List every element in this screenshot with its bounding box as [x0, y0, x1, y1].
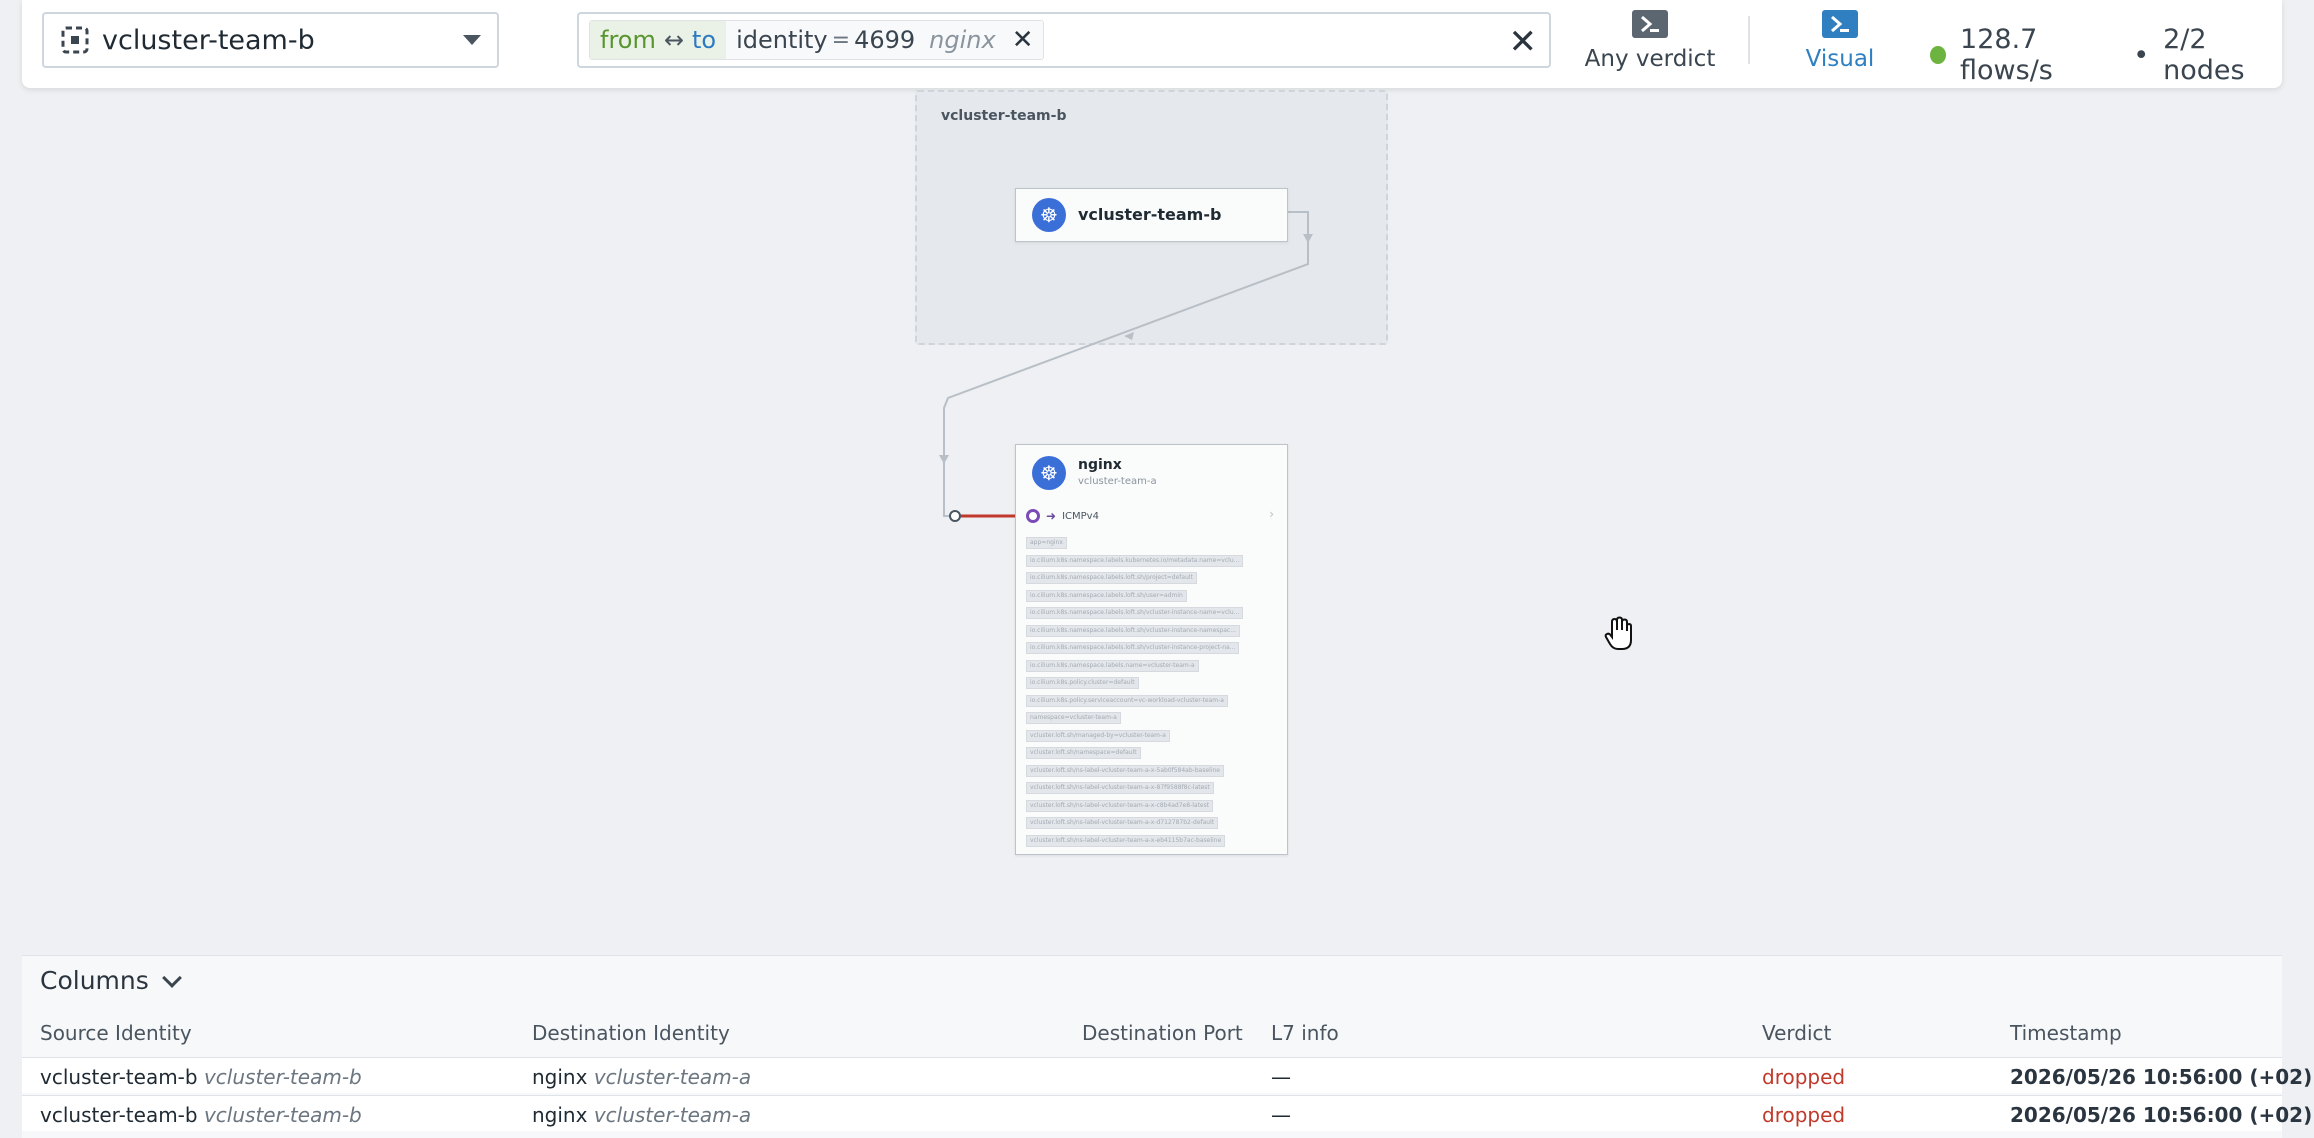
top-toolbar: vcluster-team-b from ↔ to identity = 469…: [22, 0, 2282, 88]
filter-to-label: to: [691, 26, 717, 54]
hand-cursor-icon: [1604, 616, 1632, 650]
service-card-namespace: vcluster-team-a: [1078, 476, 1157, 487]
table-row[interactable]: vcluster-team-b vcluster-team-b nginx vc…: [22, 1057, 2312, 1093]
service-label: io.cilium.k8s.namespace.labels.kubernete…: [1026, 554, 1244, 567]
service-label: vcluster.loft.sh/ns-label-vcluster-team-…: [1026, 834, 1226, 847]
service-label: io.cilium.k8s.policy.serviceaccount=vc-w…: [1026, 694, 1228, 707]
service-port-row[interactable]: ➜ ICMPv4 ›: [1026, 507, 1276, 525]
arrow-right-icon: ➜: [1046, 509, 1057, 523]
column-header-destination-port[interactable]: Destination Port: [1082, 1021, 1243, 1045]
port-connector-icon: [1026, 509, 1040, 523]
service-card-title: nginx: [1078, 457, 1122, 473]
namespace-selector-label: vcluster-team-b: [102, 24, 315, 56]
service-label: io.cilium.k8s.namespace.labels.loft.sh/p…: [1026, 572, 1197, 584]
service-label: io.cilium.k8s.policy.cluster=default: [1026, 677, 1139, 689]
service-map-canvas[interactable]: vcluster-team-b ☸ vcluster-team-b ☸ ngin…: [0, 88, 2314, 948]
bidirectional-arrow-icon: ↔: [663, 26, 684, 54]
service-label: namespace=vcluster-team-a: [1026, 712, 1121, 724]
service-label: vcluster.loft.sh/ns-label-vcluster-team-…: [1026, 782, 1214, 794]
kubernetes-icon: ☸: [1032, 456, 1066, 490]
timestamp-cell: 2026/05/26 10:56:00 (+02): [2010, 1065, 2313, 1089]
l7-info-cell: —: [1271, 1065, 1291, 1089]
service-labels-list: app=nginx io.cilium.k8s.namespace.labels…: [1026, 537, 1281, 852]
table-row[interactable]: vcluster-team-b vcluster-team-b nginx vc…: [22, 1095, 2312, 1131]
kubernetes-icon: ☸: [1032, 198, 1066, 232]
column-header-l7-info[interactable]: L7 info: [1271, 1021, 1339, 1045]
destination-name: nginx: [532, 1065, 588, 1089]
filter-from-label: from: [600, 26, 656, 54]
edge-endpoint-icon: [949, 510, 961, 522]
verdict-cell: dropped: [1762, 1103, 1846, 1127]
service-label: vcluster.loft.sh/ns-label-vcluster-team-…: [1026, 799, 1214, 812]
chevron-down-icon: [161, 967, 182, 988]
service-label: app=nginx: [1026, 537, 1067, 549]
flows-table-panel: Columns Source Identity Destination Iden…: [22, 955, 2312, 1138]
source-identity-cell: vcluster-team-b vcluster-team-b: [40, 1103, 362, 1127]
edge-arrow-icon: [1303, 234, 1313, 243]
destination-name: nginx: [532, 1103, 588, 1127]
service-card-vcluster-team-b[interactable]: ☸ vcluster-team-b: [1015, 188, 1288, 242]
terminal-icon: [1632, 10, 1668, 38]
node-count: 2/2 nodes: [2163, 24, 2245, 86]
visual-toggle-button[interactable]: Visual: [1770, 10, 1910, 76]
source-namespace: vcluster-team-b: [203, 1103, 362, 1127]
filter-expression: identity = 4699 nginx ✕: [726, 25, 1043, 55]
filter-operator: =: [831, 27, 851, 53]
l7-info-cell: —: [1271, 1103, 1291, 1127]
namespace-icon: [61, 26, 89, 54]
clear-filters-button[interactable]: ✕: [1509, 22, 1538, 62]
port-protocol-label: ICMPv4: [1062, 510, 1099, 522]
destination-namespace: vcluster-team-a: [593, 1065, 752, 1089]
terminal-icon: [1822, 10, 1858, 38]
service-label: io.cilium.k8s.namespace.labels.loft.sh/v…: [1026, 642, 1240, 654]
verdict-filter-button[interactable]: Any verdict: [1562, 10, 1738, 76]
source-identity-cell: vcluster-team-b vcluster-team-b: [40, 1065, 362, 1089]
destination-namespace: vcluster-team-a: [593, 1103, 752, 1127]
column-header-timestamp[interactable]: Timestamp: [2010, 1021, 2122, 1045]
service-label: io.cilium.k8s.namespace.labels.loft.sh/u…: [1026, 589, 1187, 602]
filter-value: 4699: [854, 26, 916, 54]
service-label: vcluster.loft.sh/ns-label-vcluster-team-…: [1026, 817, 1219, 829]
edge-arrow-icon: [1124, 332, 1134, 340]
columns-toggle-button[interactable]: Columns: [40, 966, 182, 995]
status-dot-icon: [1930, 46, 1947, 64]
chevron-right-icon: ›: [1269, 507, 1274, 521]
filter-hint: nginx: [929, 26, 996, 54]
visual-toggle-label: Visual: [1805, 46, 1875, 72]
timestamp-cell: 2026/05/26 10:56:00 (+02): [2010, 1103, 2313, 1127]
service-label: vcluster.loft.sh/ns-label-vcluster-team-…: [1026, 764, 1224, 777]
service-label: vcluster.loft.sh/managed-by=vcluster-tea…: [1026, 729, 1170, 742]
service-card-title: vcluster-team-b: [1078, 205, 1222, 224]
source-name: vcluster-team-b: [40, 1103, 198, 1127]
service-label: vcluster.loft.sh/namespace=default: [1026, 747, 1141, 759]
service-label: io.cilium.k8s.namespace.labels.loft.sh/v…: [1026, 607, 1244, 619]
toolbar-divider: [1748, 16, 1750, 64]
edge-arrow-icon: [939, 455, 949, 464]
destination-identity-cell: nginx vcluster-team-a: [532, 1065, 751, 1089]
source-namespace: vcluster-team-b: [203, 1065, 362, 1089]
service-card-nginx[interactable]: ☸ nginx vcluster-team-a ➜ ICMPv4 › app=n…: [1015, 444, 1288, 855]
filter-direction-toggle[interactable]: from ↔ to: [590, 21, 727, 59]
source-name: vcluster-team-b: [40, 1065, 198, 1089]
service-label: io.cilium.k8s.namespace.labels.name=vclu…: [1026, 659, 1199, 672]
verdict-filter-label: Any verdict: [1584, 46, 1716, 72]
filter-input[interactable]: from ↔ to identity = 4699 nginx ✕ ✕: [577, 12, 1551, 68]
column-header-destination[interactable]: Destination Identity: [532, 1021, 730, 1045]
status-separator: •: [2133, 39, 2150, 71]
column-header-source[interactable]: Source Identity: [40, 1021, 192, 1045]
remove-filter-button[interactable]: ✕: [1012, 25, 1034, 55]
destination-identity-cell: nginx vcluster-team-a: [532, 1103, 751, 1127]
verdict-cell: dropped: [1762, 1065, 1846, 1089]
chevron-down-icon: [463, 35, 481, 45]
columns-toggle-label: Columns: [40, 966, 149, 995]
filter-key: identity: [736, 26, 828, 54]
filter-tag[interactable]: from ↔ to identity = 4699 nginx ✕: [589, 20, 1045, 60]
flow-rate: 128.7 flows/s: [1960, 24, 2053, 86]
service-label: io.cilium.k8s.namespace.labels.loft.sh/v…: [1026, 624, 1240, 637]
column-header-verdict[interactable]: Verdict: [1762, 1021, 1831, 1045]
flow-status: 128.7 flows/s • 2/2 nodes: [1930, 24, 2282, 86]
namespace-selector[interactable]: vcluster-team-b: [42, 12, 499, 68]
